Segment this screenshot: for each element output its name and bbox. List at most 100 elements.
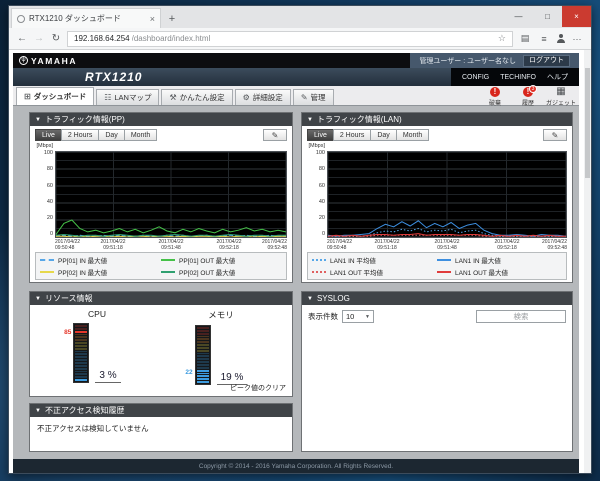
status-icon-group: ! 破棄 ! 3 履歴 ▦ ガジェット (482, 85, 576, 108)
collapse-icon[interactable]: ▼ (307, 296, 313, 302)
browser-tab[interactable]: RTX1210 ダッシュボード × (11, 8, 161, 28)
legend-item: LAN1 OUT 最大値 (437, 267, 562, 277)
collapse-icon[interactable]: ▼ (35, 117, 41, 123)
lan-chart-area: [Mbps] 100 80 60 40 20 0 (307, 143, 567, 238)
config-link[interactable]: CONFIG (462, 74, 489, 81)
page-scrollbar[interactable] (584, 50, 591, 473)
lan-range-day-button[interactable]: Day (370, 129, 397, 141)
favorite-star-icon[interactable]: ☆ (498, 33, 506, 44)
more-options-icon[interactable]: ··· (570, 34, 584, 44)
window-close-button[interactable]: × (562, 6, 591, 27)
header-links: CONFIG TECHINFO ヘルプ (450, 68, 579, 86)
gadget-icon: ▦ (556, 86, 566, 97)
tab-manage-label: 管理 (310, 93, 326, 102)
pp-chart-area: [Mbps] 100 80 60 40 20 0 (35, 143, 287, 238)
cpu-gauge-group: CPU 85 3 % (38, 309, 156, 383)
browser-window: RTX1210 ダッシュボード × + — □ × ← → ↻ 192.168.… (8, 5, 592, 474)
legend-swatch (437, 271, 451, 273)
techinfo-link[interactable]: TECHINFO (500, 74, 536, 81)
window-minimize-button[interactable]: — (504, 6, 533, 27)
panel-traffic-lan-header[interactable]: ▼ トラフィック情報(LAN) (302, 113, 572, 126)
legend-item: PP[01] IN 最大値 (40, 255, 161, 265)
panel-resource-header[interactable]: ▼ リソース情報 (30, 292, 292, 305)
gear-icon: ⚙ (242, 93, 250, 102)
tab-manage[interactable]: ✎ 管理 (292, 89, 334, 105)
pp-range-day-button[interactable]: Day (98, 129, 125, 141)
pencil-icon: ✎ (271, 130, 279, 140)
tab-lan-map[interactable]: ☷ LANマップ (96, 89, 160, 105)
hub-icon[interactable]: ≡ (537, 34, 551, 44)
copyright-text: Copyright © 2014 - 2016 Yamaha Corporati… (198, 462, 394, 470)
syslog-list-area (302, 328, 572, 451)
refresh-icon[interactable]: ↻ (50, 33, 62, 44)
logout-button[interactable]: ログアウト (523, 54, 570, 67)
tab-advanced-setup[interactable]: ⚙ 詳細設定 (234, 89, 291, 105)
syslog-search-input[interactable] (476, 310, 566, 323)
panel-intrusion-history: ▼ 不正アクセス検知履歴 不正アクセスは検知していません (29, 403, 293, 452)
lan-range-month-button[interactable]: Month (395, 129, 430, 141)
lan-range-live-button[interactable]: Live (307, 129, 334, 141)
legend-swatch (40, 271, 54, 273)
site-header-bottom: RTX1210 CONFIG TECHINFO ヘルプ (13, 68, 579, 86)
memory-label: メモリ (208, 310, 234, 320)
lan-edit-button[interactable]: ✎ (543, 129, 567, 141)
forward-icon[interactable]: → (33, 33, 45, 44)
tab-close-icon[interactable]: × (150, 14, 155, 24)
panel-syslog-title: SYSLOG (316, 294, 350, 303)
lan-y-axis: [Mbps] 100 80 60 40 20 0 (307, 143, 327, 238)
cpu-usage-value: 3 % (95, 370, 121, 383)
legend-item: LAN1 IN 最大値 (437, 255, 562, 265)
intrusion-status-message: 不正アクセスは検知していません (37, 424, 149, 433)
legend-swatch (312, 259, 326, 261)
scrollbar-thumb[interactable] (585, 68, 590, 178)
collapse-icon[interactable]: ▼ (35, 408, 41, 414)
history-badge: 3 (529, 85, 537, 93)
gadget-status[interactable]: ▦ ガジェット (546, 86, 576, 108)
panel-traffic-pp-header[interactable]: ▼ トラフィック情報(PP) (30, 113, 292, 126)
panel-traffic-pp-title: トラフィック情報(PP) (44, 115, 125, 124)
panel-intrusion-header[interactable]: ▼ 不正アクセス検知履歴 (30, 404, 292, 417)
cpu-label: CPU (88, 309, 106, 319)
tab-advanced-setup-label: 詳細設定 (252, 93, 283, 102)
tab-easy-setup[interactable]: ⚒ かんたん設定 (161, 89, 233, 105)
tab-lan-map-label: LANマップ (114, 93, 152, 102)
legend-swatch (40, 259, 54, 261)
lan-traffic-chart (327, 151, 567, 238)
back-icon[interactable]: ← (16, 33, 28, 44)
pp-range-month-button[interactable]: Month (123, 129, 158, 141)
pp-range-2hours-button[interactable]: 2 Hours (60, 129, 100, 141)
page-footer: Copyright © 2014 - 2016 Yamaha Corporati… (13, 459, 579, 473)
model-title: RTX1210 (85, 70, 143, 84)
clear-peak-link[interactable]: ピーク値のクリア (230, 383, 286, 393)
window-controls: — □ × (504, 6, 591, 27)
lan-range-2hours-button[interactable]: 2 Hours (332, 129, 372, 141)
pp-range-buttons: Live 2 Hours Day Month ✎ (35, 129, 287, 141)
reading-view-icon[interactable]: ▤ (518, 33, 532, 44)
display-count-select[interactable]: 10 ▼ (342, 310, 374, 323)
help-link[interactable]: ヘルプ (547, 72, 568, 82)
collapse-icon[interactable]: ▼ (307, 117, 313, 123)
legend-swatch (161, 271, 175, 273)
user-strip: 管理ユーザー : ユーザー名なし ログアウト (410, 53, 579, 68)
panel-traffic-pp: ▼ トラフィック情報(PP) Live 2 Hours Day Month ✎ (29, 112, 293, 283)
window-maximize-button[interactable]: □ (533, 6, 562, 27)
pp-range-live-button[interactable]: Live (35, 129, 62, 141)
person-icon[interactable] (556, 34, 565, 43)
url-input[interactable]: 192.168.64.254 /dashboard/index.html ☆ (67, 30, 513, 47)
panel-resource: ▼ リソース情報 CPU 85 3 % メモリ 22 19 % ピーク値のクリア (29, 291, 293, 397)
tab-dashboard[interactable]: ⊞ ダッシュボード (16, 87, 95, 105)
legend-swatch (437, 259, 451, 261)
discard-status[interactable]: ! 破棄 (482, 87, 508, 107)
pp-traffic-chart (55, 151, 287, 238)
yamaha-logo: ψ YAMAHA (13, 56, 77, 66)
new-tab-button[interactable]: + (161, 10, 183, 28)
pencil-icon: ✎ (551, 130, 559, 140)
pp-edit-button[interactable]: ✎ (263, 129, 287, 141)
history-status[interactable]: ! 3 履歴 (515, 85, 541, 107)
collapse-icon[interactable]: ▼ (35, 296, 41, 302)
legend-item: LAN1 OUT 平均値 (312, 267, 437, 277)
legend-swatch (161, 259, 175, 261)
main-nav-bar: ⊞ ダッシュボード ☷ LANマップ ⚒ かんたん設定 ⚙ 詳細設定 ✎ 管理 … (13, 85, 579, 108)
legend-item: LAN1 IN 平均値 (312, 255, 437, 265)
panel-syslog-header[interactable]: ▼ SYSLOG (302, 292, 572, 305)
